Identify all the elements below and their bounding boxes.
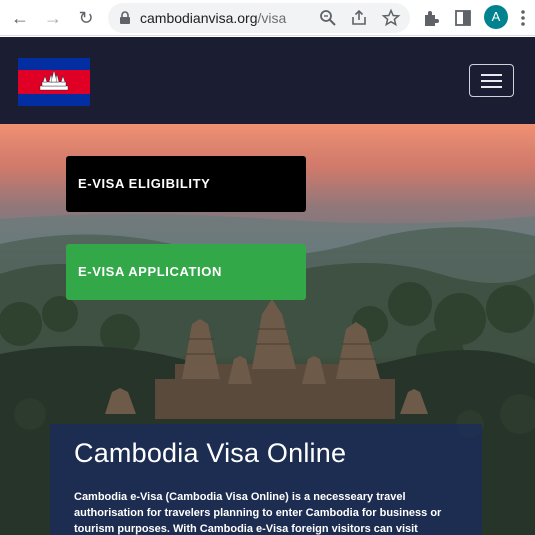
bookmark-star-icon[interactable] (381, 8, 401, 28)
share-icon[interactable] (349, 8, 369, 28)
page-title: Cambodia Visa Online (74, 438, 347, 468)
reload-icon[interactable]: ↻ (74, 6, 98, 30)
back-arrow-icon[interactable]: ← (8, 6, 32, 30)
evisa-eligibility-button[interactable]: E-VISA ELIGIBILITY (66, 156, 306, 212)
cambodia-flag-logo[interactable] (18, 58, 90, 106)
forward-arrow-icon[interactable]: → (41, 6, 65, 30)
lock-icon (120, 11, 130, 24)
url-domain: cambodianvisa.org (140, 10, 258, 26)
info-card: Cambodia Visa Online Cambodia e-Visa (Ca… (50, 424, 482, 535)
profile-avatar[interactable]: A (484, 5, 508, 29)
browser-toolbar: ← → ↻ cambodianvisa.org/visa A (0, 0, 535, 36)
url-text: cambodianvisa.org/visa (140, 10, 286, 26)
site-header (0, 37, 535, 124)
hamburger-line (481, 80, 502, 82)
menu-toggle-button[interactable] (469, 64, 514, 97)
zoom-icon[interactable] (318, 8, 338, 28)
evisa-application-button[interactable]: E-VISA APPLICATION (66, 244, 306, 300)
intro-paragraph: Cambodia e-Visa (Cambodia Visa Online) i… (74, 491, 442, 535)
extensions-icon[interactable] (420, 6, 444, 30)
side-panel-icon[interactable] (451, 6, 475, 30)
hamburger-line (481, 74, 502, 76)
url-path: /visa (257, 10, 287, 26)
hero-section: E-VISA ELIGIBILITY E-VISA APPLICATION Ca… (0, 124, 535, 535)
more-menu-icon[interactable] (515, 6, 531, 30)
address-bar[interactable]: cambodianvisa.org/visa (108, 3, 410, 33)
hamburger-line (481, 86, 502, 88)
